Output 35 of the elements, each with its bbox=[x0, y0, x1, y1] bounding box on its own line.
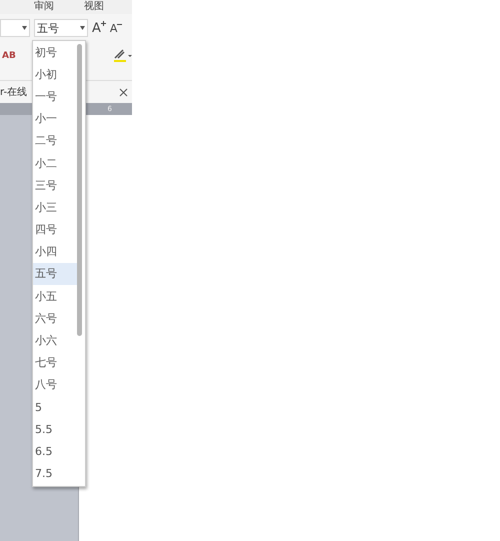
size-option[interactable]: 小初 bbox=[33, 63, 77, 86]
ribbon-tab[interactable]: 审阅 bbox=[34, 0, 54, 13]
size-option[interactable]: 四号 bbox=[33, 218, 77, 241]
size-option[interactable]: 小二 bbox=[33, 152, 77, 174]
size-option[interactable]: 5.5 bbox=[33, 418, 77, 440]
size-option[interactable]: 五号 bbox=[33, 262, 77, 286]
caret-icon[interactable] bbox=[80, 26, 85, 30]
style-button[interactable]: AB bbox=[0, 51, 18, 61]
font-size-field[interactable]: 五号 bbox=[34, 19, 88, 37]
size-option[interactable]: 六号 bbox=[33, 307, 77, 330]
size-option[interactable]: 小一 bbox=[33, 108, 77, 130]
ribbon-tab[interactable]: 视图 bbox=[84, 0, 104, 13]
caret-icon[interactable] bbox=[22, 26, 27, 30]
close-icon[interactable] bbox=[119, 88, 128, 96]
scrollbar-thumb[interactable] bbox=[77, 44, 82, 336]
size-option[interactable]: 5 bbox=[33, 396, 77, 418]
size-option[interactable]: 7.5 bbox=[33, 462, 77, 485]
size-option[interactable]: 小五 bbox=[33, 285, 77, 308]
highlight-icon[interactable] bbox=[112, 49, 132, 63]
grow-font-button[interactable]: A bbox=[92, 20, 106, 36]
document-tab-title[interactable]: r-在线 bbox=[0, 85, 28, 99]
size-option[interactable]: 三号 bbox=[33, 174, 77, 196]
size-option[interactable]: 小六 bbox=[33, 329, 77, 352]
plus-icon bbox=[100, 20, 106, 26]
size-option[interactable]: 一号 bbox=[33, 85, 77, 108]
size-option[interactable]: 小四 bbox=[33, 240, 77, 263]
minus-icon bbox=[117, 22, 122, 26]
size-option[interactable]: 初号 bbox=[33, 41, 77, 64]
size-option[interactable]: 八号 bbox=[33, 374, 77, 396]
shrink-font-button[interactable]: A bbox=[110, 22, 122, 34]
size-option[interactable]: 6.5 bbox=[33, 440, 77, 463]
size-option[interactable]: 七号 bbox=[33, 352, 77, 374]
font-name-field[interactable] bbox=[0, 19, 30, 37]
size-option[interactable]: 小三 bbox=[33, 196, 77, 218]
size-option[interactable]: 二号 bbox=[33, 130, 77, 152]
